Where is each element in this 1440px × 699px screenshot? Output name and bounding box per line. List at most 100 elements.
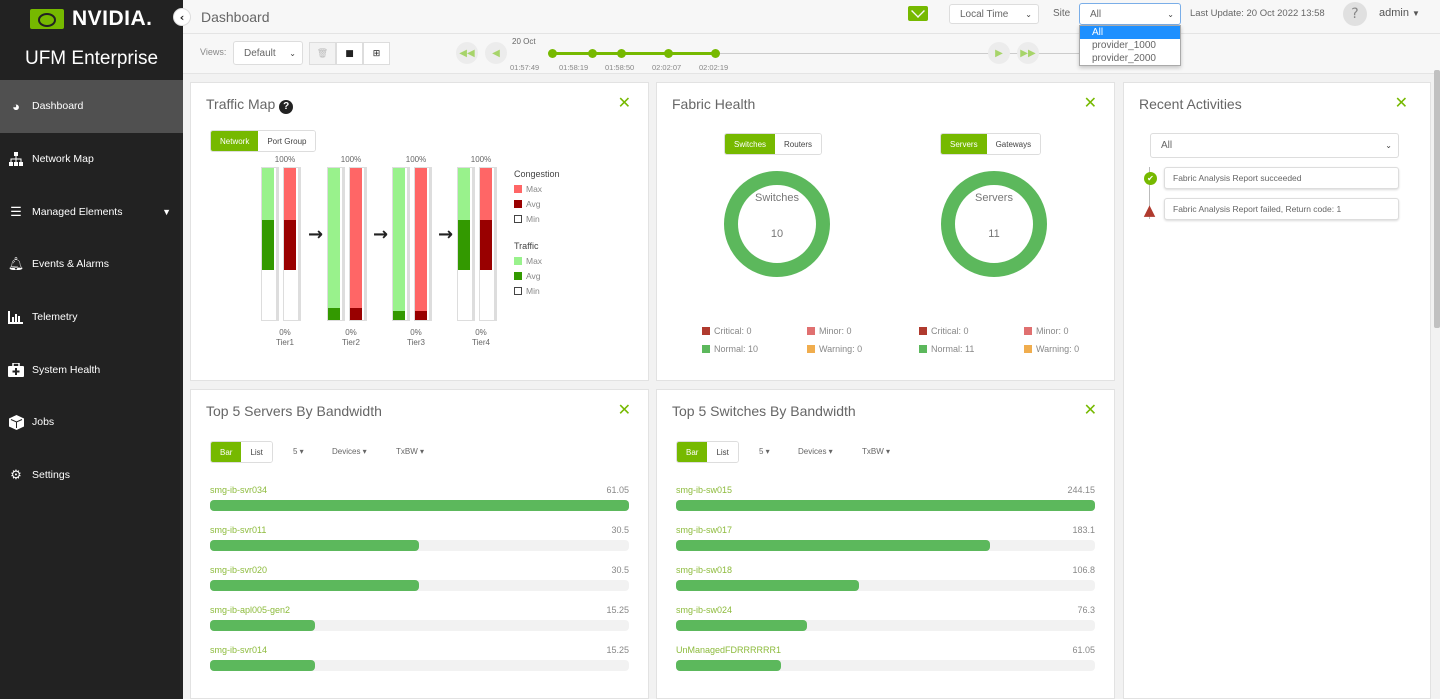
site-option[interactable]: All [1080, 26, 1180, 39]
tab-list[interactable]: List [707, 442, 738, 462]
count-dropdown[interactable]: 5 ▾ [759, 447, 770, 456]
activity-filter-select[interactable]: All ⌄ [1150, 133, 1399, 158]
help-button[interactable]: ? [1343, 2, 1367, 26]
activity-item[interactable]: Fabric Analysis Report succeeded [1164, 167, 1399, 189]
sidebar-item-label: Events & Alarms [32, 258, 110, 271]
card-title: Traffic Map ? [206, 96, 294, 114]
site-select[interactable]: All ⌄ [1079, 3, 1181, 25]
close-icon[interactable]: ✕ [618, 400, 631, 419]
site-option[interactable]: provider_1000 [1080, 39, 1180, 52]
device-name[interactable]: smg-ib-svr014 [210, 645, 267, 655]
bandwidth-row[interactable]: smg-ib-svr034 61.05 [210, 485, 629, 515]
device-name[interactable]: smg-ib-sw018 [676, 565, 732, 575]
sidebar-item-network-map[interactable]: Network Map [0, 133, 183, 186]
tab-switches[interactable]: Switches [725, 134, 776, 154]
tab-servers[interactable]: Servers [941, 134, 987, 154]
device-name[interactable]: smg-ib-svr034 [210, 485, 267, 495]
save-view-button[interactable]: ⊞ [363, 42, 390, 65]
tab-routers[interactable]: Routers [775, 134, 822, 154]
bandwidth-row[interactable]: smg-ib-sw017 183.1 [676, 525, 1095, 555]
devices-dropdown[interactable]: Devices ▾ [332, 447, 367, 456]
tab-list[interactable]: List [241, 442, 272, 462]
timeline-point[interactable] [548, 49, 557, 58]
bandwidth-bar [676, 540, 991, 551]
chart-icon [8, 310, 24, 324]
timeline-point[interactable] [711, 49, 720, 58]
device-name[interactable]: smg-ib-sw017 [676, 525, 732, 535]
bandwidth-row[interactable]: smg-ib-sw024 76.3 [676, 605, 1095, 635]
sidebar-item-jobs[interactable]: Jobs [0, 396, 183, 449]
sidebar-item-telemetry[interactable]: Telemetry [0, 291, 183, 344]
card-title: Top 5 Switches By Bandwidth [672, 403, 856, 419]
bandwidth-row[interactable]: smg-ib-svr011 30.5 [210, 525, 629, 555]
close-icon[interactable]: ✕ [1395, 93, 1408, 112]
fast-backward-icon: ◀◀ [459, 47, 475, 59]
close-icon[interactable]: ✕ [1084, 93, 1097, 112]
bandwidth-row[interactable]: smg-ib-sw015 244.15 [676, 485, 1095, 515]
stat-text: Warning: 0 [1036, 344, 1080, 354]
bandwidth-row[interactable]: smg-ib-svr014 15.25 [210, 645, 629, 675]
traffic-map-title: Traffic Map [206, 96, 276, 112]
traffic-bar[interactable] [327, 167, 343, 321]
tab-port-group[interactable]: Port Group [258, 131, 316, 151]
timeline-point[interactable] [588, 49, 597, 58]
bandwidth-row[interactable]: smg-ib-apl005-gen2 15.25 [210, 605, 629, 635]
sidebar-item-managed-elements[interactable]: ☰ Managed Elements ▼ [0, 185, 183, 238]
close-icon[interactable]: ✕ [618, 93, 631, 112]
mail-icon[interactable] [908, 6, 928, 21]
tab-bar[interactable]: Bar [211, 442, 242, 462]
sidebar-item-system-health[interactable]: System Health [0, 343, 183, 396]
tab-bar[interactable]: Bar [677, 442, 708, 462]
tab-network[interactable]: Network [211, 131, 259, 151]
close-icon[interactable]: ✕ [1084, 400, 1097, 419]
page-scrollbar[interactable] [1434, 70, 1440, 328]
device-name[interactable]: smg-ib-apl005-gen2 [210, 605, 290, 615]
arrow-right-icon: → [373, 224, 389, 245]
site-option[interactable]: provider_2000 [1080, 52, 1180, 65]
congestion-bar[interactable] [479, 167, 495, 321]
servers-donut[interactable] [941, 171, 1047, 277]
device-name[interactable]: smg-ib-svr011 [210, 525, 266, 535]
devices-dropdown[interactable]: Devices ▾ [798, 447, 833, 456]
delete-view-button[interactable]: 🗑︎ [309, 42, 336, 65]
tier-top-pct: 100% [470, 155, 492, 164]
collapse-sidebar-button[interactable]: ‹ [173, 8, 191, 26]
stat-critical: Critical: 0 [919, 326, 969, 336]
bandwidth-row[interactable]: smg-ib-svr020 30.5 [210, 565, 629, 595]
bandwidth-row[interactable]: UnManagedFDRRRRRR1 61.05 [676, 645, 1095, 675]
bandwidth-row[interactable]: smg-ib-sw018 106.8 [676, 565, 1095, 595]
traffic-bar[interactable] [261, 167, 277, 321]
sidebar-item-dashboard[interactable]: ◕ Dashboard [0, 80, 183, 133]
switches-donut[interactable] [724, 171, 830, 277]
congestion-bar[interactable] [349, 167, 365, 321]
count-value: 5 [293, 447, 298, 456]
timeline-point[interactable] [664, 49, 673, 58]
sidebar-item-settings[interactable]: ⚙ Settings [0, 449, 183, 502]
fast-forward-button[interactable]: ▶▶ [1017, 42, 1039, 64]
legend-congestion-avg: Avg [514, 199, 541, 209]
metric-dropdown[interactable]: TxBW ▾ [862, 447, 890, 456]
traffic-bar[interactable] [457, 167, 473, 321]
step-back-button[interactable]: ◀ [485, 42, 507, 64]
user-menu[interactable]: admin ▼ [1379, 7, 1420, 19]
views-select[interactable]: Default ⌄ [233, 41, 303, 65]
device-name[interactable]: smg-ib-svr020 [210, 565, 267, 575]
metric-dropdown[interactable]: TxBW ▾ [396, 447, 424, 456]
question-circle-icon[interactable]: ? [279, 100, 294, 114]
timeline-point[interactable] [617, 49, 626, 58]
sidebar-item-events-alarms[interactable]: 🔔︎ Events & Alarms [0, 238, 183, 291]
traffic-bar[interactable] [392, 167, 408, 321]
device-name[interactable]: smg-ib-sw015 [676, 485, 732, 495]
timeline-active-range [552, 52, 714, 55]
open-view-button[interactable]: ■ [336, 42, 363, 65]
device-name[interactable]: UnManagedFDRRRRRR1 [676, 645, 781, 655]
step-forward-button[interactable]: ▶ [988, 42, 1010, 64]
count-dropdown[interactable]: 5 ▾ [293, 447, 304, 456]
time-mode-select[interactable]: Local Time ⌄ [949, 4, 1039, 24]
congestion-bar[interactable] [283, 167, 299, 321]
congestion-bar[interactable] [414, 167, 430, 321]
rewind-button[interactable]: ◀◀ [456, 42, 478, 64]
tab-gateways[interactable]: Gateways [986, 134, 1041, 154]
device-name[interactable]: smg-ib-sw024 [676, 605, 732, 615]
activity-item[interactable]: Fabric Analysis Report failed, Return co… [1164, 198, 1399, 220]
